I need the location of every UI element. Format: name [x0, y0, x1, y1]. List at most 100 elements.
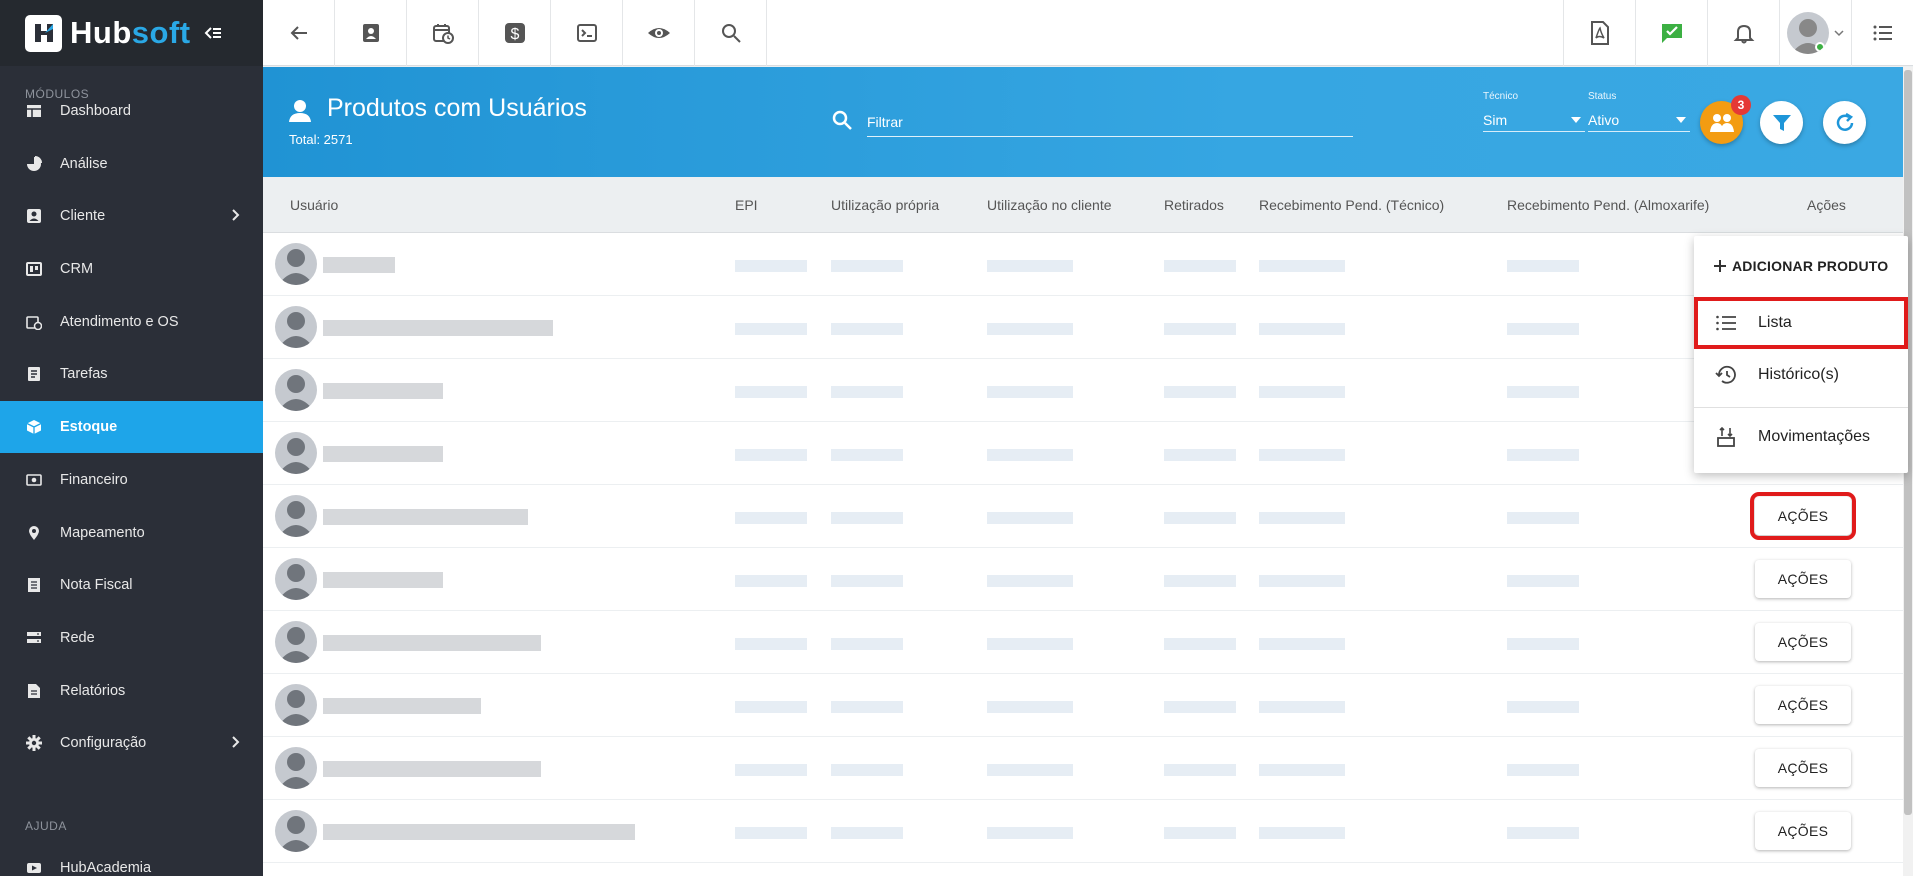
tecnico-select[interactable]: Técnico Sim [1483, 91, 1585, 132]
list-icon [1714, 313, 1738, 333]
bell-icon [1733, 24, 1754, 44]
sidebar-item-tarefas[interactable]: Tarefas [0, 348, 263, 400]
table-row [263, 359, 1903, 422]
redacted-cell-value [987, 638, 1073, 650]
chat-check-icon [1661, 24, 1682, 43]
video-icon [26, 860, 42, 876]
users-group-button[interactable]: 3 [1700, 95, 1751, 144]
refresh-button[interactable] [1823, 101, 1866, 144]
chat-button[interactable] [1635, 0, 1707, 66]
avatar [275, 747, 317, 789]
history-icon [1714, 364, 1738, 386]
collapse-menu-icon[interactable] [203, 23, 223, 43]
sidebar-item-atendimento-e-os[interactable]: Atendimento e OS [0, 296, 263, 348]
avatar [275, 621, 317, 663]
acoes-button[interactable]: AÇÕES [1755, 749, 1851, 787]
sidebar-item-label: Estoque [60, 419, 118, 435]
redacted-cell-value [1507, 575, 1579, 587]
redacted-cell-value [1507, 512, 1579, 524]
money-icon [26, 472, 42, 488]
eye-icon [647, 28, 670, 38]
redacted-cell-value [1164, 512, 1236, 524]
sidebar-item-configuracao[interactable]: Configuração [0, 717, 263, 769]
sidebar-item-relatorios[interactable]: Relatórios [0, 665, 263, 717]
terminal-button[interactable] [551, 0, 623, 66]
redacted-user-name [323, 572, 443, 588]
schedule-button[interactable] [407, 0, 479, 66]
redacted-cell-value [831, 386, 903, 398]
sidebar-item-nota-fiscal[interactable]: Nota Fiscal [0, 559, 263, 611]
search-icon [721, 24, 741, 43]
pie-chart-icon [26, 156, 42, 172]
view-button[interactable] [623, 0, 695, 66]
menu-item-label: Histórico(s) [1758, 366, 1839, 383]
menu-item-lista[interactable]: Lista [1694, 297, 1908, 349]
notifications-button[interactable] [1707, 0, 1779, 66]
box-icon [26, 419, 42, 435]
financial-button[interactable]: $ [479, 0, 551, 66]
chevron-right-icon [231, 735, 241, 753]
status-select-box[interactable]: Ativo [1588, 108, 1690, 132]
back-button[interactable] [263, 0, 335, 66]
contacts-button[interactable] [335, 0, 407, 66]
filter-button[interactable] [1760, 101, 1803, 144]
redacted-cell-value [735, 638, 807, 650]
tecnico-select-box[interactable]: Sim [1483, 108, 1585, 132]
filter-input[interactable] [867, 107, 1353, 137]
column-header-utilizacao-cliente: Utilização no cliente [987, 197, 1112, 213]
acoes-button[interactable]: AÇÕES [1755, 812, 1851, 850]
sidebar-item-estoque[interactable]: Estoque [0, 401, 263, 453]
acoes-button[interactable]: AÇÕES [1755, 623, 1851, 661]
user-menu-button[interactable] [1779, 0, 1851, 66]
redacted-user-name [323, 320, 553, 336]
table-row: AÇÕES [263, 485, 1903, 548]
menu-list-button[interactable] [1851, 0, 1913, 66]
search-button[interactable] [695, 0, 767, 66]
sidebar-item-analise[interactable]: Análise [0, 138, 263, 190]
column-header-epi: EPI [735, 197, 758, 213]
status-select[interactable]: Status Ativo [1588, 91, 1690, 132]
sidebar-item-mapeamento[interactable]: Mapeamento [0, 507, 263, 559]
redacted-cell-value [987, 386, 1073, 398]
redacted-user-name [323, 635, 541, 651]
acoes-button[interactable]: AÇÕES [1755, 560, 1851, 598]
actions-dropdown-menu: ADICIONAR PRODUTO Lista Histórico(s) Mov… [1694, 236, 1908, 473]
sidebar-item-financeiro[interactable]: Financeiro [0, 454, 263, 506]
redacted-cell-value [1507, 260, 1579, 272]
sidebar-item-hubacademia[interactable]: HubAcademia [0, 842, 263, 876]
redacted-cell-value [735, 575, 807, 587]
logo-text-hub: Hub [70, 15, 132, 50]
list-icon [1873, 25, 1892, 41]
status-label: Status [1588, 91, 1617, 102]
avatar [275, 243, 317, 285]
acoes-button[interactable]: AÇÕES [1750, 492, 1856, 540]
menu-item-historico[interactable]: Histórico(s) [1694, 349, 1908, 401]
acoes-button[interactable]: AÇÕES [1755, 686, 1851, 724]
column-header-utilizacao-propria: Utilização própria [831, 197, 940, 213]
sidebar-item-rede[interactable]: Rede [0, 612, 263, 664]
sidebar-item-crm[interactable]: CRM [0, 243, 263, 295]
table-row: AÇÕES [263, 548, 1903, 611]
sidebar-item-cliente[interactable]: Cliente [0, 190, 263, 242]
table-row: AÇÕES [263, 611, 1903, 674]
contact-card-icon [362, 24, 379, 42]
redacted-user-name [323, 509, 528, 525]
user-box-icon [289, 100, 311, 122]
redacted-cell-value [1259, 260, 1345, 272]
redacted-cell-value [1259, 512, 1345, 524]
report-icon [26, 683, 42, 699]
redacted-user-name [323, 698, 481, 714]
redacted-cell-value [1259, 323, 1345, 335]
sidebar-item-dashboard[interactable]: Dashboard [0, 85, 263, 137]
menu-item-movimentacoes[interactable]: Movimentações [1694, 411, 1908, 463]
table-row: AÇÕES [263, 674, 1903, 737]
tecnico-label: Técnico [1483, 91, 1519, 102]
dollar-icon: $ [504, 23, 525, 43]
add-product-button[interactable]: ADICIONAR PRODUTO [1712, 258, 1888, 274]
sidebar-item-label: Tarefas [60, 366, 108, 382]
redacted-cell-value [1164, 827, 1236, 839]
redacted-cell-value [735, 764, 807, 776]
pdf-button[interactable] [1563, 0, 1635, 66]
sidebar-item-label: Atendimento e OS [60, 314, 179, 330]
redacted-cell-value [987, 260, 1073, 272]
